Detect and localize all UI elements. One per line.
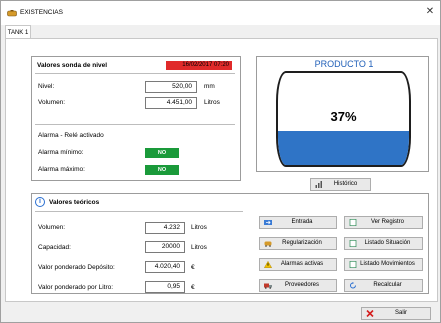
document-icon [349,261,357,268]
warning-icon [264,261,272,268]
valor-deposito-unit: € [191,264,195,271]
regularizacion-button[interactable]: Regularización [259,237,337,250]
teo-volumen-unit: Litros [191,224,207,231]
product-title: PRODUCTO 1 [314,59,374,69]
title-bar: EXISTENCIAS ✕ [1,1,440,25]
valor-litro-unit: € [191,284,195,291]
listado-situacion-label: Listado Situación [364,240,411,246]
entry-icon [264,220,272,225]
listado-situacion-button[interactable]: Listado Situación [344,237,423,250]
ver-registro-label: Ver Registro [370,219,404,225]
chart-icon [315,181,322,188]
sonda-title: Valores sonda de nivel [37,62,108,69]
proveedores-label: Proveedores [284,282,320,288]
valor-deposito-label: Valor ponderado Depósito: [38,264,115,271]
tank-app-icon [7,10,17,17]
close-icon[interactable]: ✕ [424,6,436,18]
alarma-min-status: NO [145,148,179,158]
alarma-max-label: Alarma máximo: [38,166,85,173]
volumen-label: Volumen: [38,99,66,106]
alarmas-button[interactable]: Alarmas activas [259,258,337,271]
historico-label: Histórico [333,181,358,187]
capacidad-label: Capacidad: [38,244,71,251]
existencias-window: EXISTENCIAS ✕ TANK 1 Valores sonda de ni… [0,0,441,323]
alarma-min-label: Alarma mínimo: [38,149,84,156]
historico-button[interactable]: Histórico [310,178,371,191]
teoricos-divider [35,211,243,212]
proveedores-button[interactable]: Proveedores [259,279,337,292]
teoricos-title: Valores teóricos [49,199,100,206]
volumen-field[interactable]: 4.451,00 [145,97,197,109]
volumen-unit: Litros [204,99,220,106]
valor-deposito-field[interactable]: 4.020,40 [145,261,185,273]
salir-label: Salir [394,310,407,316]
tab-tank-1[interactable]: TANK 1 [5,25,31,39]
sonda-group [31,56,241,181]
alarma-max-status: NO [145,165,179,175]
truck-icon [264,283,272,289]
tank-gauge: 37% [276,71,411,167]
alarmas-label: Alarmas activas [280,261,324,267]
entrada-button[interactable]: Entrada [259,216,337,229]
nivel-field[interactable]: 520,00 [145,81,197,93]
salir-button[interactable]: Salir [361,307,431,320]
nivel-unit: mm [204,83,215,90]
teo-volumen-label: Volumen: [38,224,66,231]
teo-volumen-field[interactable]: 4.232 [145,222,185,234]
listado-movimientos-label: Listado Movimientos [360,261,415,267]
tank-fill-level [278,130,409,165]
tank-percent: 37% [330,109,357,124]
refresh-icon [350,282,356,289]
capacidad-unit: Litros [191,244,207,251]
nivel-label: Nivel: [38,83,55,90]
info-icon: i [35,197,45,207]
alarm-divider [35,124,235,125]
sonda-divider [35,73,235,74]
document-icon [349,240,357,247]
valor-litro-label: Valor ponderado por Litro: [38,284,114,291]
reading-date: 16/02/2017 07:20 [166,61,232,70]
alarm-section-title: Alarma - Relé activado [38,132,104,139]
tank-truck-icon [264,241,272,247]
listado-movimientos-button[interactable]: Listado Movimientos [344,258,423,271]
regularizacion-label: Regularización [282,240,322,246]
capacidad-field[interactable]: 20000 [145,241,185,253]
exit-x-icon [366,310,374,317]
recalcular-label: Recalcular [373,282,402,288]
valor-litro-field[interactable]: 0,95 [145,281,185,293]
recalcular-button[interactable]: Recalcular [344,279,423,292]
window-title: EXISTENCIAS [20,9,63,16]
document-icon [349,219,357,226]
ver-registro-button[interactable]: Ver Registro [344,216,423,229]
entrada-label: Entrada [291,219,313,225]
